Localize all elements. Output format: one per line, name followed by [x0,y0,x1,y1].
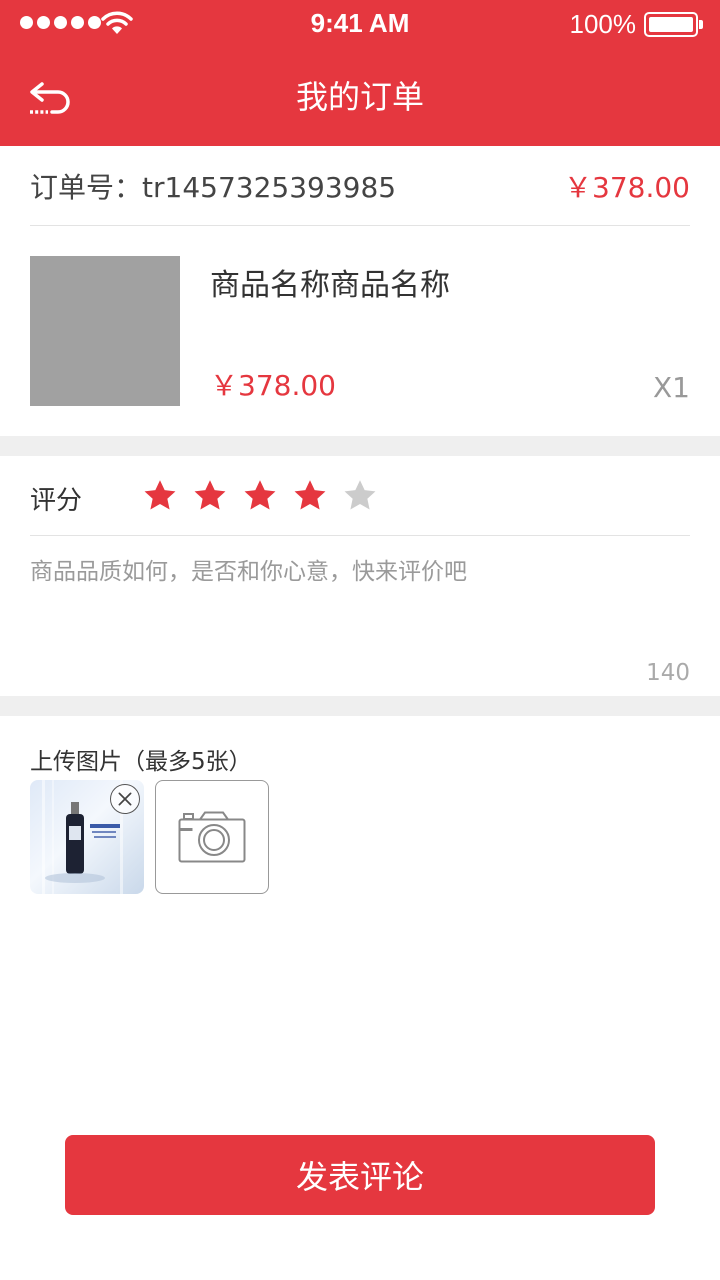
product-item[interactable]: 商品名称商品名称 ￥378.00 X1 [30,256,690,406]
app-header: 9:41 AM 100% 我的订单 [0,0,720,146]
section-separator [0,436,720,456]
section-separator [0,696,720,716]
star-icon[interactable] [242,478,278,514]
char-counter: 140 [646,660,690,686]
upload-section: 上传图片（最多5张） [30,742,269,894]
star-icon[interactable] [292,478,328,514]
order-number-label: 订单号： [30,170,143,204]
order-number-value: tr1457325393985 [142,170,397,204]
comment-textarea[interactable]: 商品品质如何，是否和你心意，快来评价吧 140 [30,552,690,686]
rating-row: 评分 [30,456,690,536]
rating-label: 评分 [30,486,83,516]
status-bar: 9:41 AM 100% [0,0,720,48]
upload-label: 上传图片（最多5张） [30,749,252,775]
product-name: 商品名称商品名称 [210,268,450,303]
submit-review-button[interactable]: 发表评论 [65,1135,655,1215]
order-total: ￥378.00 [564,170,690,204]
upload-row [30,780,269,894]
star-rating[interactable] [142,478,378,514]
star-icon[interactable] [342,478,378,514]
product-thumbnail [30,256,180,406]
camera-icon [178,811,246,863]
star-icon[interactable] [192,478,228,514]
add-photo-button[interactable] [155,780,269,894]
star-icon[interactable] [142,478,178,514]
page-title: 我的订单 [295,78,424,116]
battery-tip [699,20,703,29]
uploaded-photo[interactable] [30,780,144,894]
battery-icon [644,12,698,37]
product-price: ￥378.00 [210,369,336,402]
order-info-row: 订单号：tr1457325393985 ￥378.00 [30,146,690,226]
product-quantity: X1 [653,371,690,404]
battery-percent: 100% [569,9,637,39]
close-circle-icon[interactable] [110,784,140,814]
comment-placeholder: 商品品质如何，是否和你心意，快来评价吧 [30,559,467,585]
order-number: 订单号：tr1457325393985 [30,166,396,206]
